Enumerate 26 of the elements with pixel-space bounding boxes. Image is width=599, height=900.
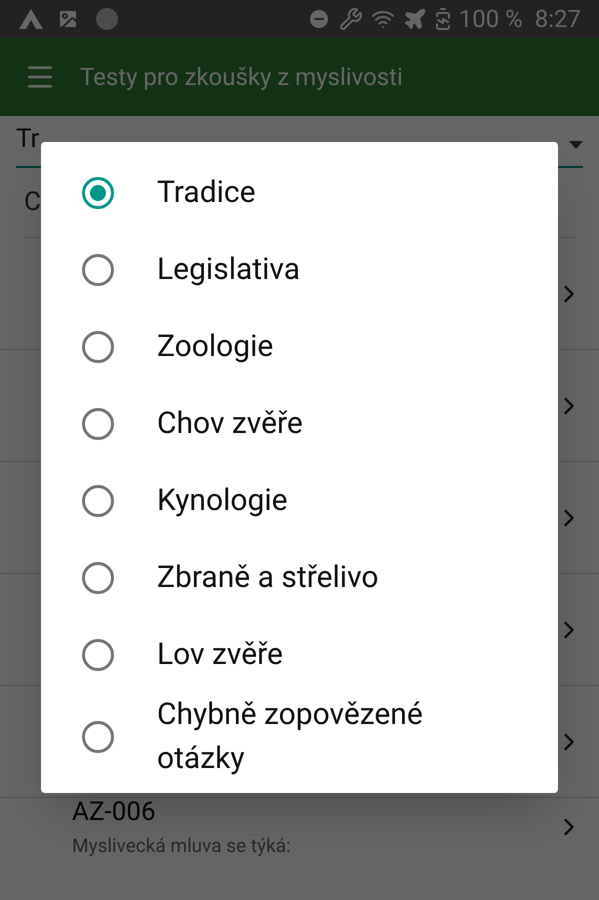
category-option[interactable]: Kynologie xyxy=(41,462,558,539)
question-code: AZ-006 xyxy=(72,796,157,830)
radio-button[interactable] xyxy=(82,721,114,753)
app-title: Testy pro zkoušky z myslivosti xyxy=(80,62,403,93)
category-option[interactable]: Lov zvěře xyxy=(41,616,558,693)
radio-button[interactable] xyxy=(82,638,114,670)
category-option[interactable]: Chov zvěře xyxy=(41,385,558,462)
airplane-icon xyxy=(402,7,427,31)
radio-button[interactable] xyxy=(82,330,114,362)
category-option[interactable]: Zoologie xyxy=(41,308,558,385)
battery-percent: 100 % xyxy=(458,4,523,35)
category-option[interactable]: Tradice xyxy=(41,154,558,231)
dropdown-arrow-icon xyxy=(569,141,583,149)
radio-button[interactable] xyxy=(82,562,114,594)
filter-text: C xyxy=(24,186,41,219)
radio-button[interactable] xyxy=(82,408,114,440)
triangle-logo-icon xyxy=(18,8,44,30)
category-option[interactable]: Chybně zopovězené otázky xyxy=(41,693,558,781)
radio-button[interactable] xyxy=(82,484,114,516)
category-option[interactable]: Legislativa xyxy=(41,231,558,308)
radio-button[interactable] xyxy=(82,176,114,208)
clock: 8:27 xyxy=(534,4,581,35)
radio-button[interactable] xyxy=(82,254,114,286)
question-text: Myslivecká mluva se týká: xyxy=(72,833,292,860)
wrench-icon xyxy=(338,7,363,31)
category-option[interactable]: Zbraně a střelivo xyxy=(41,539,558,616)
